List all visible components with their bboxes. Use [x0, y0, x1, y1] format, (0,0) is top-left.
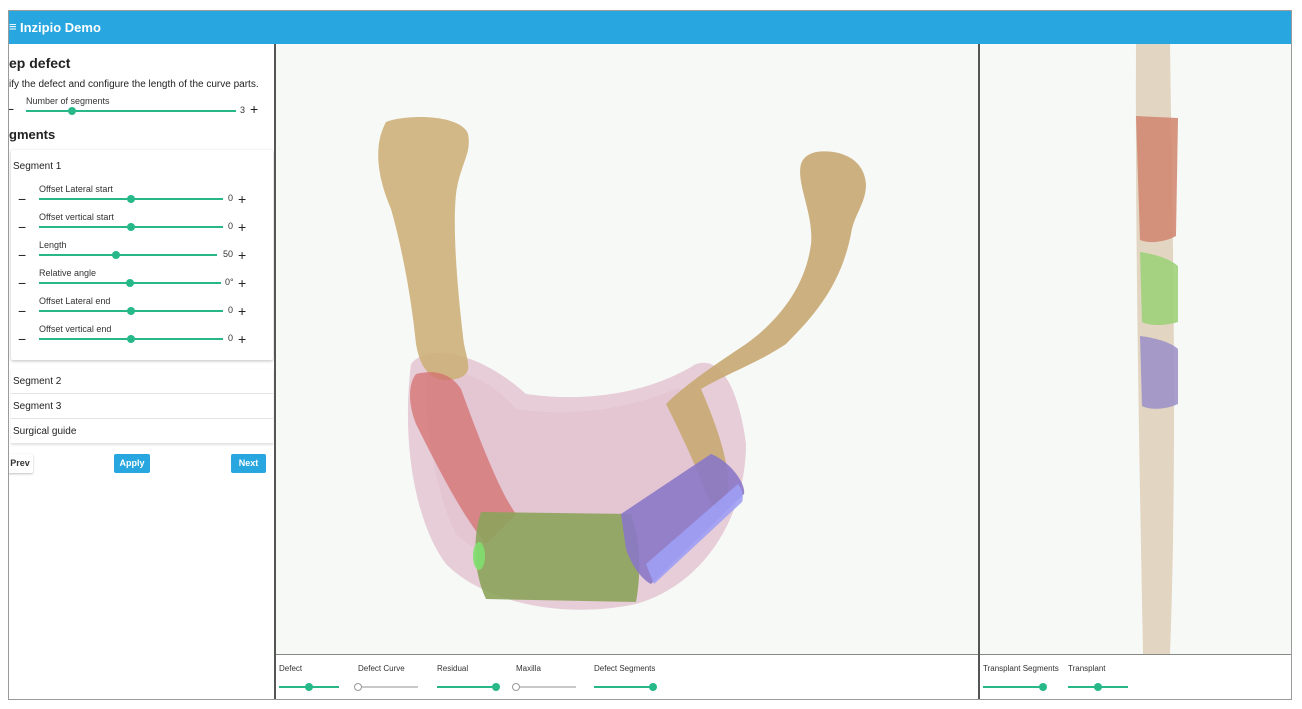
segments-count-value: 3 — [240, 105, 246, 115]
layer-label: Defect Segments — [594, 664, 656, 673]
layer-label: Defect — [279, 664, 303, 673]
left-panel: ep defect ify the defect and configure t… — [9, 44, 276, 699]
layer-label: Transplant — [1068, 664, 1106, 673]
minus-icon[interactable]: − — [18, 192, 26, 206]
slider-value: 0 — [228, 333, 234, 343]
accordion-label: Segment 2 — [13, 376, 62, 387]
accordion-segment-2[interactable]: Segment 2 — [11, 369, 273, 394]
minus-icon[interactable]: − — [18, 220, 26, 234]
layer-knob[interactable] — [1094, 683, 1102, 691]
hamburger-menu-icon[interactable]: ≡ — [9, 19, 17, 34]
segment-1-card: Segment 1 − Offset Lateral start 0 + − O… — [11, 150, 273, 360]
layer-track[interactable] — [983, 686, 1043, 688]
segments-title: gments — [9, 127, 56, 142]
minus-icon[interactable]: − — [18, 304, 26, 318]
slider-label: Relative angle — [39, 268, 97, 278]
slider-track[interactable] — [39, 254, 217, 256]
slider-knob[interactable] — [127, 335, 135, 343]
layer-track[interactable] — [358, 686, 418, 688]
minus-icon[interactable]: − — [18, 276, 26, 290]
plus-icon[interactable]: + — [238, 276, 246, 290]
layer-knob[interactable] — [354, 683, 362, 691]
layer-track[interactable] — [516, 686, 576, 688]
slider-knob[interactable] — [126, 279, 134, 287]
transplant-3d-viewport[interactable] — [980, 44, 1291, 654]
layer-label: Defect Curve — [358, 664, 405, 673]
layer-label: Residual — [437, 664, 469, 673]
slider-knob[interactable] — [127, 195, 135, 203]
plus-icon[interactable]: + — [238, 332, 246, 346]
layer-knob[interactable] — [512, 683, 520, 691]
step-title: ep defect — [9, 55, 71, 71]
plus-icon[interactable]: + — [238, 248, 246, 262]
layer-label: Transplant Segments — [983, 664, 1059, 673]
slider-knob[interactable] — [112, 251, 120, 259]
plus-icon[interactable]: + — [238, 220, 246, 234]
slider-value: 50 — [223, 249, 234, 259]
slider-value: 0 — [228, 221, 234, 231]
layer-knob[interactable] — [305, 683, 313, 691]
slider-label: Offset vertical end — [39, 324, 112, 334]
app-title: Inzipio Demo — [20, 20, 101, 35]
segments-count-track[interactable] — [26, 110, 236, 112]
slider-value: 0 — [228, 305, 234, 315]
minus-icon[interactable]: − — [18, 332, 26, 346]
mandible-model-render — [378, 117, 866, 610]
slider-value: 0 — [228, 193, 234, 203]
app-header: ≡ Inzipio Demo — [9, 11, 1291, 44]
segments-count-label: Number of segments — [26, 96, 110, 106]
fibula-model-render — [1135, 44, 1178, 654]
app-window: ≡ Inzipio Demo ep defect ify the defect … — [8, 10, 1292, 700]
step-description: ify the defect and configure the length … — [9, 79, 259, 90]
accordion-label: Surgical guide — [13, 426, 77, 437]
decrement-segments-icon[interactable]: − — [9, 102, 14, 116]
apply-button[interactable]: Apply — [114, 454, 150, 473]
slider-knob[interactable] — [127, 223, 135, 231]
plus-icon[interactable]: + — [238, 304, 246, 318]
slider-label: Offset Lateral end — [39, 296, 111, 306]
accordion-segment-3[interactable]: Segment 3 — [11, 394, 273, 419]
layer-knob[interactable] — [649, 683, 657, 691]
slider-label: Offset vertical start — [39, 212, 114, 222]
prev-button[interactable]: Prev — [9, 454, 33, 473]
segments-count-knob[interactable] — [68, 107, 76, 115]
layer-label: Maxilla — [516, 664, 541, 673]
accordion-label: Segment 3 — [13, 401, 62, 412]
layer-knob[interactable] — [492, 683, 500, 691]
segment-1-title[interactable]: Segment 1 — [13, 161, 61, 172]
next-button[interactable]: Next — [231, 454, 266, 473]
mandible-3d-viewport[interactable] — [276, 44, 978, 654]
slider-value: 0° — [225, 277, 234, 287]
slider-label: Offset Lateral start — [39, 184, 113, 194]
layer-knob[interactable] — [1039, 683, 1047, 691]
plus-icon[interactable]: + — [238, 192, 246, 206]
slider-knob[interactable] — [127, 307, 135, 315]
main-layers-bar: Defect Defect Curve Residual Maxilla Def… — [276, 654, 978, 699]
increment-segments-icon[interactable]: + — [250, 102, 258, 116]
layer-track[interactable] — [594, 686, 654, 688]
slider-label: Length — [39, 240, 67, 250]
transplant-layers-bar: Transplant Segments Transplant — [980, 654, 1291, 699]
minus-icon[interactable]: − — [18, 248, 26, 262]
accordion-surgical-guide[interactable]: Surgical guide — [11, 419, 273, 444]
layer-track[interactable] — [437, 686, 497, 688]
